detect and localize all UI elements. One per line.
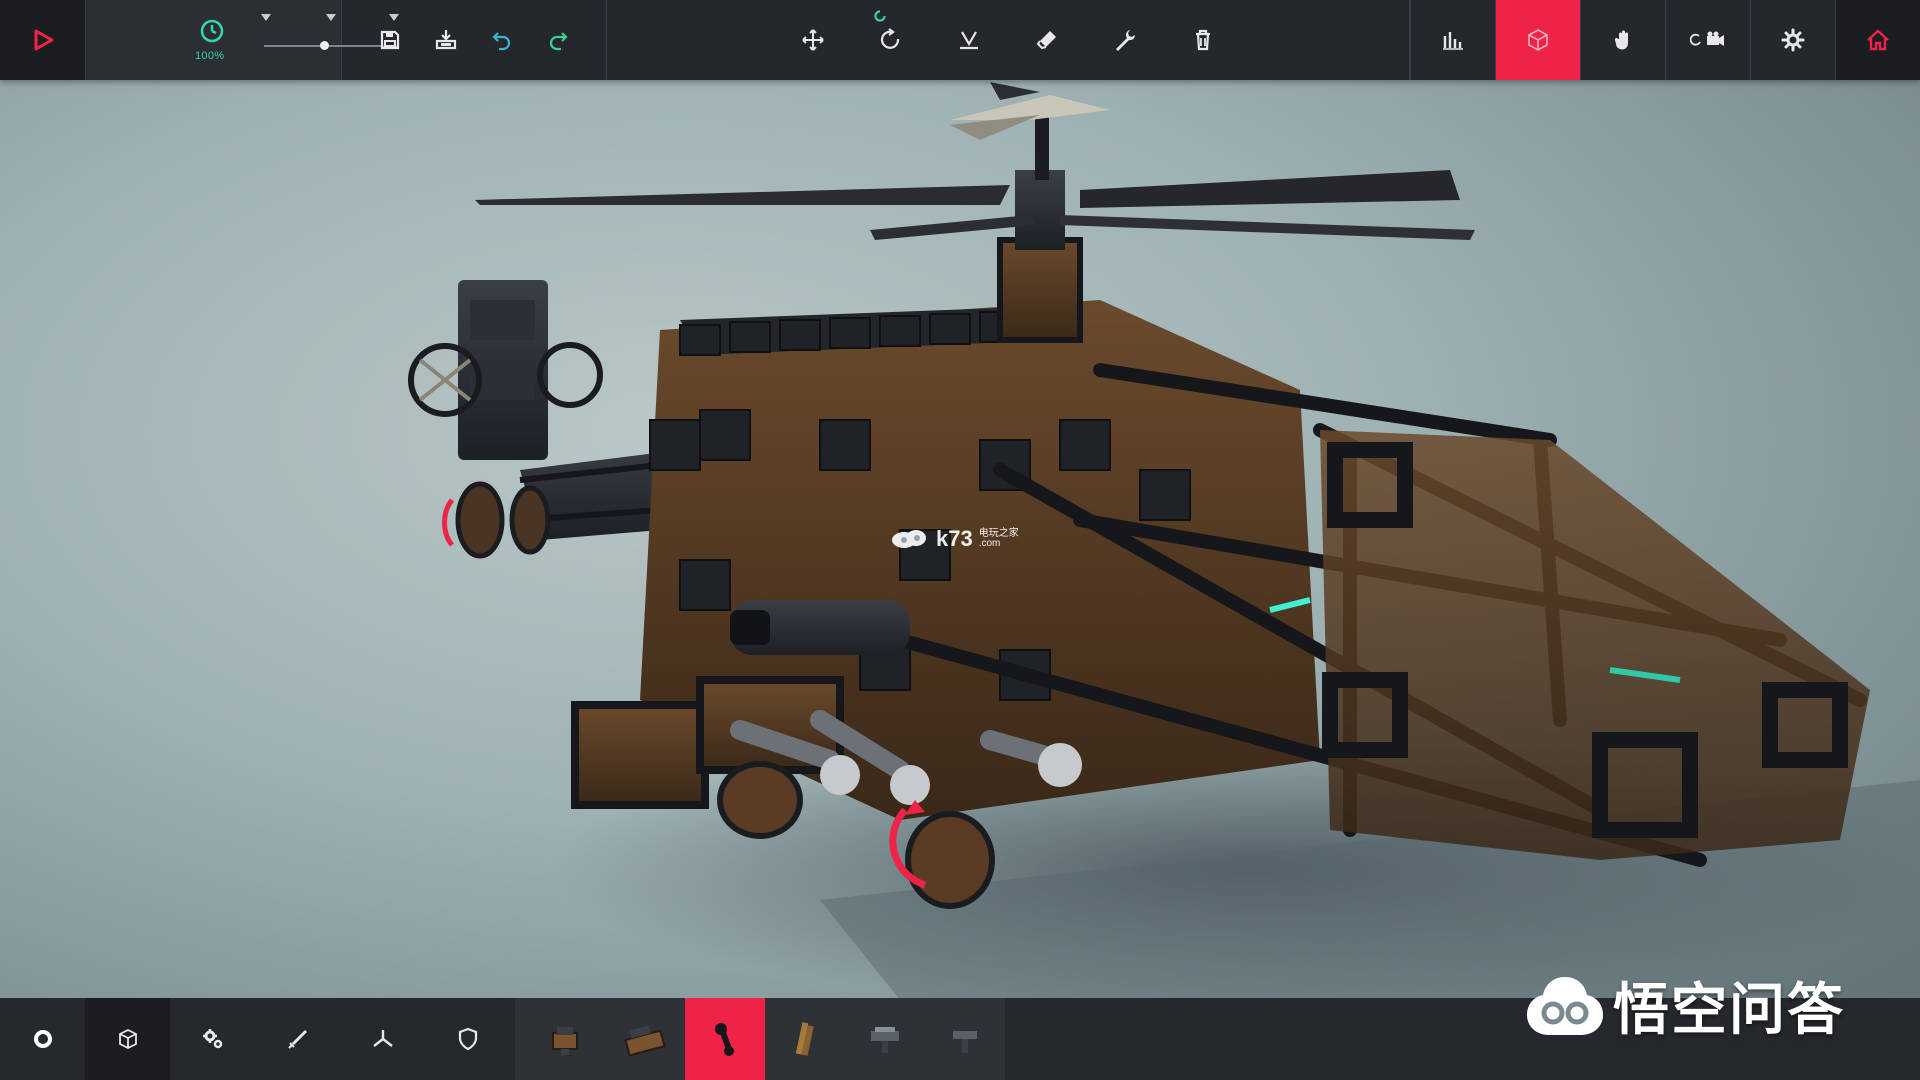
rotate-tool-button[interactable] [852,0,930,80]
home-button[interactable] [1835,0,1920,80]
wrench-tool-button[interactable] [1086,0,1164,80]
trash-icon [1196,29,1210,51]
build-viewport[interactable]: k73 电玩之家 .com [0,0,1920,1080]
mirror-tool-button[interactable] [930,0,1008,80]
undo-icon [492,32,511,51]
save-icon [380,30,400,50]
eraser-icon [1036,31,1056,50]
play-group [0,0,86,80]
block-item-piston[interactable] [845,998,925,1080]
block-list [515,998,1005,1080]
category-blocks-tab[interactable] [85,998,170,1080]
armour-icon [458,1027,477,1051]
time-marker-down-icon [261,14,271,21]
undo-button[interactable] [476,0,528,80]
weapon-icon [287,1030,307,1049]
block-item-small-engine[interactable] [525,998,605,1080]
site-name: k73 [936,526,973,551]
site-watermark: k73 电玩之家 .com [890,526,1019,552]
block-item-steering-hinge[interactable] [685,998,765,1080]
basic-blocks-icon [33,1030,52,1048]
play-simulation-button[interactable] [0,0,85,80]
block-mode-icon [1528,29,1548,51]
time-marker-down-icon [326,14,336,21]
gears-icon [202,1029,222,1049]
wrench-icon [1116,30,1136,51]
site-domain: .com [978,538,1001,549]
cube-icon [118,1028,137,1050]
redo-icon [549,32,568,51]
home-icon [1867,29,1889,51]
file-group [342,0,607,80]
view-options-group [1410,0,1920,80]
stats-button[interactable] [1410,0,1495,80]
time-scale-slider-handle[interactable] [319,41,329,50]
small-engine-block-icon [552,1027,578,1055]
block-item-suspension[interactable] [925,998,1005,1080]
mirror-icon [960,31,978,50]
watermark-text: 悟空问答 [1613,978,1845,1041]
eraser-tool-button[interactable] [1008,0,1086,80]
translate-tool-button[interactable] [774,0,852,80]
wukong-logo-icon [1527,976,1603,1035]
flight-icon [372,1030,393,1047]
block-mode-button[interactable] [1495,0,1580,80]
delete-tool-button[interactable] [1164,0,1242,80]
camera-icon [1690,31,1724,46]
wukong-watermark: 悟空问答 [1525,965,1845,1046]
load-icon [435,30,457,50]
time-scale-button[interactable] [196,18,228,49]
hand-tool-button[interactable] [1580,0,1665,80]
camera-button[interactable] [1665,0,1750,80]
redo-button[interactable] [532,0,584,80]
play-icon [34,29,53,51]
rotate-cycle-icon [874,10,886,22]
save-button[interactable] [364,0,416,80]
suspension-block-icon [953,1031,977,1053]
large-engine-block-icon [624,1025,666,1057]
top-toolbar: 100% [0,0,1920,80]
time-scale-group: 100% [86,0,399,80]
rotate-icon [881,28,900,49]
build-tools-group [607,0,1410,80]
site-logo-icon [892,530,926,548]
category-mechanical-tab[interactable] [170,998,255,1080]
load-button[interactable] [420,0,472,80]
hand-icon [1614,30,1629,50]
wooden-pole-block-icon [795,1022,814,1056]
block-item-wooden-pole[interactable] [765,998,845,1080]
time-scale-value: 100% [195,50,225,62]
steering-hinge-block-icon [715,1023,734,1056]
translate-icon [802,29,824,51]
settings-icon [1781,28,1805,52]
timer-icon [200,19,224,43]
category-armour-tab[interactable] [425,998,510,1080]
stats-icon [1443,32,1463,50]
category-flight-tab[interactable] [340,998,425,1080]
piston-block-icon [871,1027,899,1053]
block-item-large-engine[interactable] [605,998,685,1080]
category-weapons-tab[interactable] [255,998,340,1080]
settings-button[interactable] [1750,0,1835,80]
category-basic-tab[interactable] [0,998,85,1080]
